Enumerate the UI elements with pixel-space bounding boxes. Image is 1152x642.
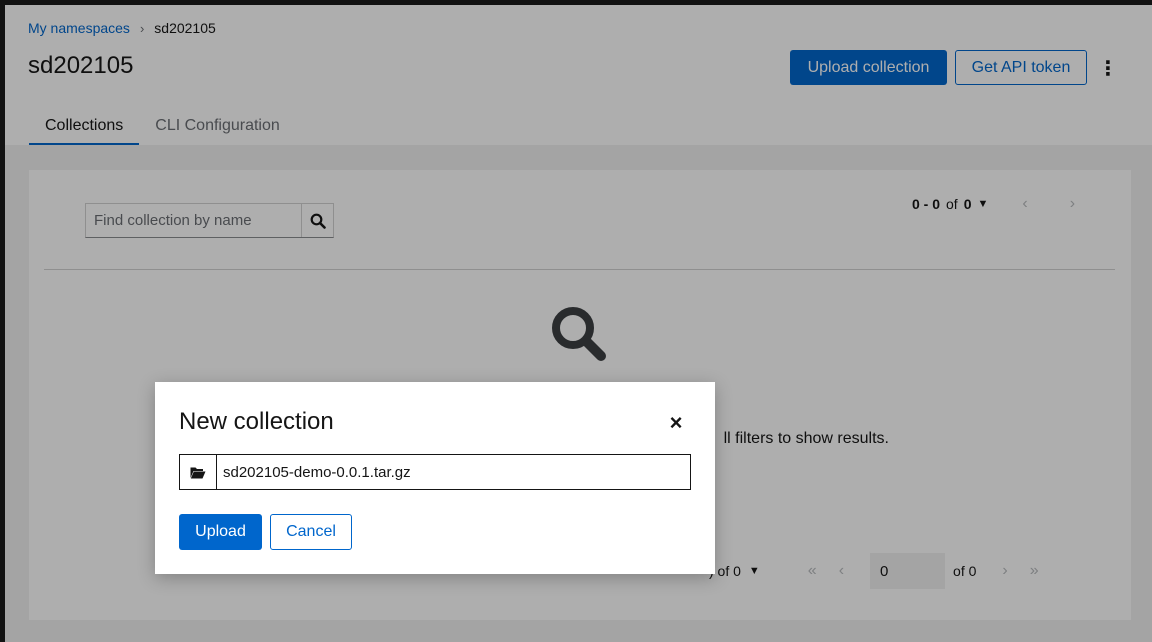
cancel-button[interactable]: Cancel [270,514,352,550]
upload-button[interactable]: Upload [179,514,262,550]
close-icon[interactable]: × [665,410,687,435]
file-name-value: sd202105-demo-0.0.1.tar.gz [223,463,411,481]
folder-open-icon[interactable] [180,455,217,489]
modal-title: New collection [179,408,334,435]
new-collection-modal: New collection × sd202105-demo-0.0.1.tar… [155,382,715,574]
file-upload-field[interactable]: sd202105-demo-0.0.1.tar.gz [179,454,691,490]
